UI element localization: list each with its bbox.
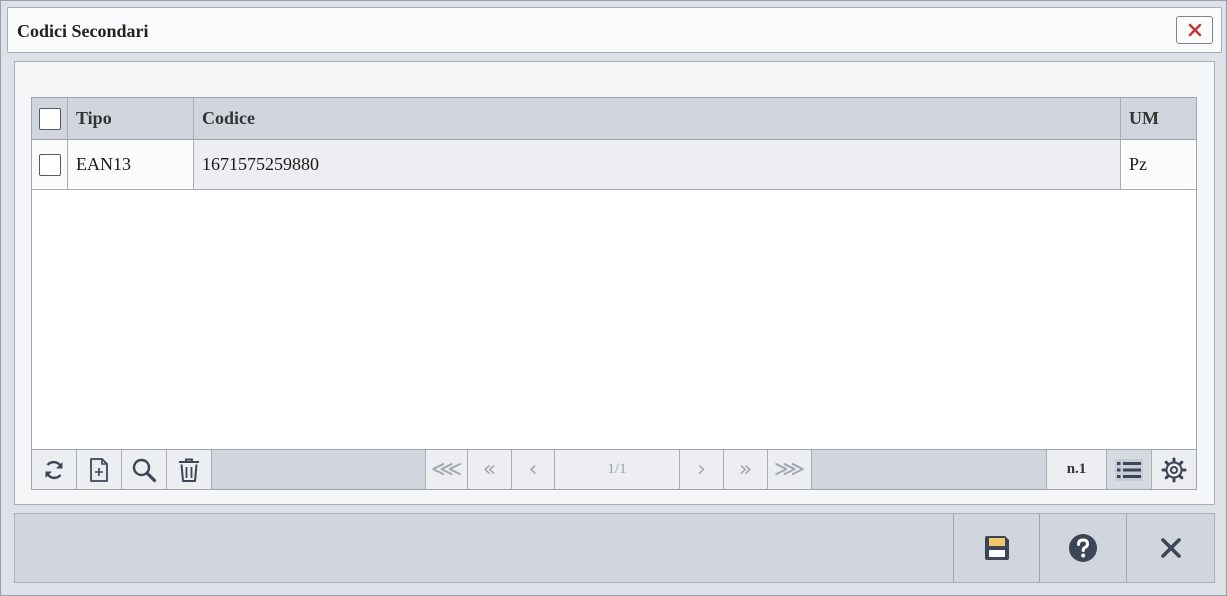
- row-checkbox[interactable]: [38, 153, 61, 176]
- search-button[interactable]: [122, 450, 167, 489]
- title-bar: Codici Secondari: [7, 7, 1222, 53]
- previous-page-button[interactable]: ‹: [512, 450, 555, 489]
- help-icon: [1069, 534, 1097, 562]
- save-button[interactable]: [953, 514, 1040, 582]
- save-icon: [985, 536, 1009, 560]
- row-select-cell: [32, 140, 68, 189]
- grid-settings-button[interactable]: [1152, 450, 1196, 489]
- footer-action-bar: [14, 513, 1215, 583]
- trash-icon: [179, 458, 199, 482]
- page-indicator: 1/1: [555, 450, 680, 489]
- cell-codice: 1671575259880: [194, 140, 1121, 189]
- dialog-title: Codici Secondari: [17, 21, 149, 41]
- close-button[interactable]: [1176, 16, 1213, 44]
- new-record-button[interactable]: [77, 450, 122, 489]
- columns-list-button[interactable]: [1107, 450, 1152, 489]
- content-panel: Tipo Codice UM EAN13 1671575259880 Pz ⋘ …: [14, 61, 1215, 505]
- toolbar-spacer-left: [212, 450, 426, 489]
- search-icon: [132, 458, 157, 482]
- close-icon: [1188, 23, 1201, 37]
- delete-button[interactable]: [167, 450, 212, 489]
- list-icon: [1115, 458, 1143, 481]
- toolbar-spacer-right: [812, 450, 1047, 489]
- last-page-button[interactable]: ⋙: [768, 450, 812, 489]
- column-header-codice[interactable]: Codice: [194, 98, 1121, 139]
- codes-grid: Tipo Codice UM EAN13 1671575259880 Pz ⋘ …: [31, 97, 1197, 490]
- header-select-all-cell: [32, 98, 68, 139]
- table-row[interactable]: EAN13 1671575259880 Pz: [32, 140, 1196, 190]
- gear-icon: [1161, 457, 1187, 482]
- close-icon: [1160, 538, 1181, 558]
- refresh-icon: [45, 460, 63, 479]
- next-block-button[interactable]: »: [724, 450, 768, 489]
- select-all-checkbox[interactable]: [38, 107, 61, 130]
- refresh-button[interactable]: [32, 450, 77, 489]
- cell-um: Pz: [1121, 140, 1196, 189]
- column-header-tipo[interactable]: Tipo: [68, 98, 194, 139]
- record-count: n.1: [1047, 450, 1107, 489]
- record-count-label: n.1: [1066, 461, 1087, 477]
- grid-toolbar: ⋘ « ‹ 1/1 › » ⋙ n.1: [32, 449, 1196, 489]
- cell-tipo: EAN13: [68, 140, 194, 189]
- close-dialog-button[interactable]: [1126, 514, 1214, 582]
- page-indicator-label: 1/1: [607, 461, 627, 477]
- dialog-window: Codici Secondari Tipo Codice UM EAN13 16…: [0, 0, 1227, 596]
- column-header-um[interactable]: UM: [1121, 98, 1196, 139]
- grid-header: Tipo Codice UM: [32, 98, 1196, 140]
- help-button[interactable]: [1039, 514, 1126, 582]
- new-record-icon: [90, 457, 108, 482]
- previous-block-button[interactable]: «: [468, 450, 512, 489]
- first-page-button[interactable]: ⋘: [426, 450, 468, 489]
- next-page-button[interactable]: ›: [680, 450, 724, 489]
